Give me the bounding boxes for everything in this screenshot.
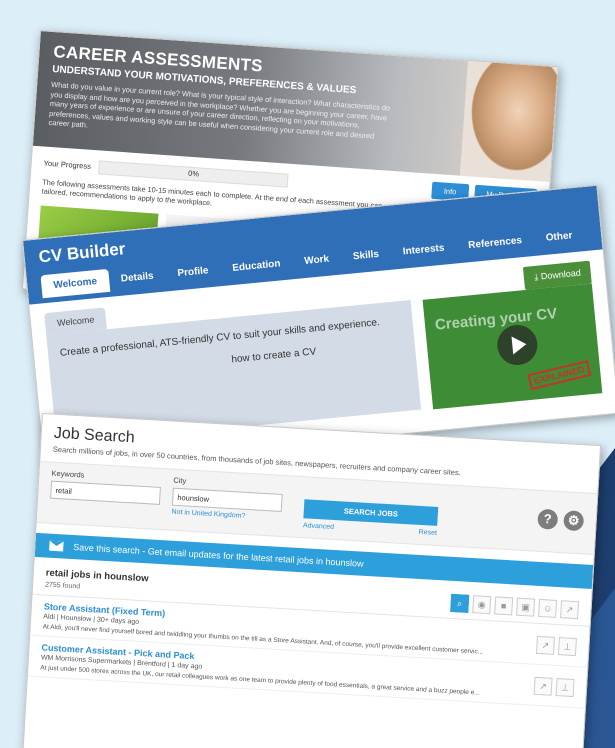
tab-references[interactable]: References bbox=[455, 228, 535, 258]
search-jobs-button[interactable]: SEARCH JOBS bbox=[303, 499, 439, 526]
pin-icon[interactable]: ⊥ bbox=[555, 677, 575, 697]
tab-interests[interactable]: Interests bbox=[390, 235, 458, 264]
tab-details[interactable]: Details bbox=[108, 263, 167, 291]
tab-other[interactable]: Other bbox=[533, 223, 586, 251]
city-label: City bbox=[173, 475, 187, 486]
tab-profile[interactable]: Profile bbox=[164, 258, 221, 286]
mail-icon bbox=[49, 540, 64, 552]
keywords-label: Keywords bbox=[51, 468, 85, 480]
tab-skills[interactable]: Skills bbox=[340, 242, 392, 270]
progress-label: Your Progress bbox=[43, 158, 92, 171]
map-pin-icon[interactable]: ◉ bbox=[472, 595, 492, 615]
chart-icon[interactable]: ↗ bbox=[560, 600, 580, 620]
people-icon[interactable]: ☺ bbox=[538, 598, 558, 618]
tab-education[interactable]: Education bbox=[219, 251, 293, 281]
download-label: Download bbox=[540, 267, 582, 282]
job-search-panel: Job Search Search millions of jobs, in o… bbox=[22, 413, 602, 748]
play-icon[interactable] bbox=[495, 323, 540, 367]
briefcase-icon[interactable]: ▣ bbox=[516, 597, 536, 617]
advanced-link[interactable]: Advanced bbox=[303, 522, 334, 531]
gear-icon[interactable]: ⚙ bbox=[563, 510, 585, 532]
keywords-input[interactable] bbox=[50, 480, 161, 505]
results-tools: ⌕ ◉ ■ ▣ ☺ ↗ bbox=[450, 593, 580, 620]
save-search-text: Save this search - Get email updates for… bbox=[73, 542, 364, 569]
video-icon[interactable]: ■ bbox=[494, 596, 514, 616]
progress-value: 0% bbox=[187, 168, 200, 178]
video-title: Creating your CV bbox=[434, 305, 558, 334]
external-link-icon[interactable]: ↗ bbox=[535, 635, 555, 655]
external-link-icon[interactable]: ↗ bbox=[533, 676, 553, 696]
tab-welcome[interactable]: Welcome bbox=[40, 268, 111, 299]
city-input[interactable] bbox=[171, 487, 283, 512]
help-icon[interactable]: ? bbox=[537, 508, 559, 530]
pin-icon[interactable]: ⊥ bbox=[557, 636, 577, 656]
hero-person-image bbox=[459, 60, 558, 182]
tab-work[interactable]: Work bbox=[291, 247, 342, 275]
reset-link[interactable]: Reset bbox=[418, 529, 437, 537]
explained-stamp: EXPLAINED bbox=[527, 360, 592, 391]
search-icon[interactable]: ⌕ bbox=[450, 593, 470, 613]
cv-video[interactable]: Creating your CV EXPLAINED bbox=[422, 283, 603, 410]
